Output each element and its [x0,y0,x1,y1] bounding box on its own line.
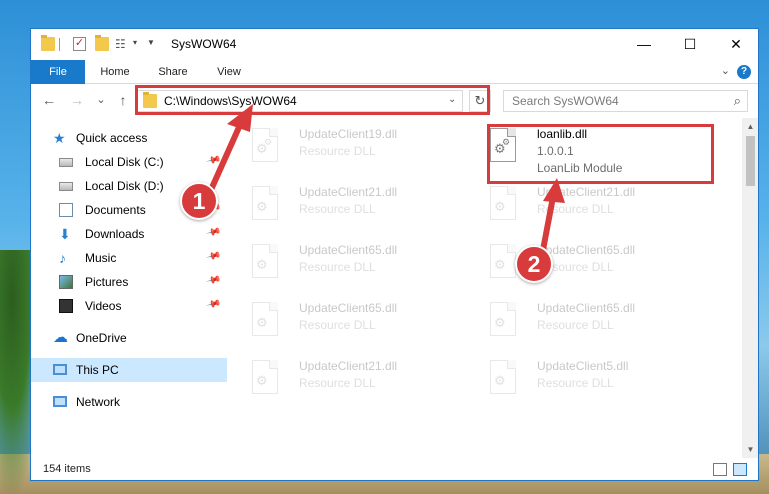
arrow-1-shaft [207,122,243,195]
arrow-2-head [543,178,565,203]
step-badge-1: 1 [180,182,218,220]
step-badge-2: 2 [515,245,553,283]
annotation-arrows [207,104,565,253]
arrow-2-shaft [540,194,556,253]
arrow-1-head [227,104,253,132]
